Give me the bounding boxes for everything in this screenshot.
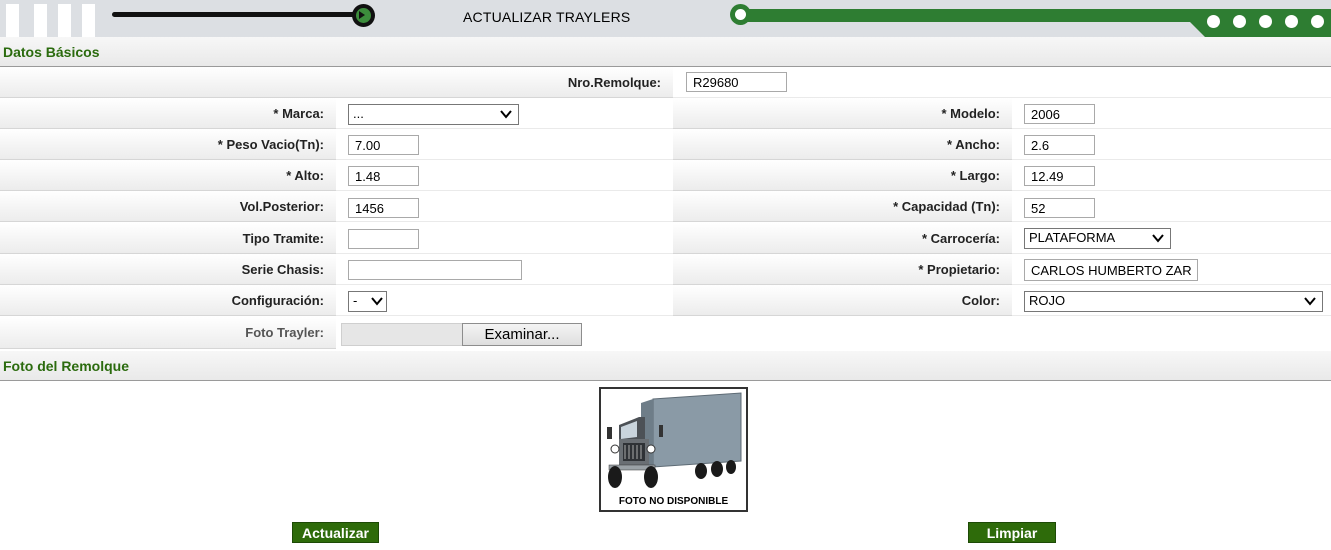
- file-path-box: [341, 323, 463, 346]
- nro-remolque-label: Nro.Remolque:: [567, 75, 661, 90]
- section-title: Datos Básicos: [3, 44, 100, 60]
- row-serie-propietario: Serie Chasis: * Propietario:: [0, 254, 1331, 285]
- browse-button[interactable]: Examinar...: [462, 323, 582, 346]
- chevron-down-icon: [1152, 234, 1164, 243]
- capacidad-label: * Capacidad (Tn):: [893, 199, 1000, 214]
- photo-caption: FOTO NO DISPONIBLE: [618, 496, 729, 507]
- largo-field[interactable]: [1024, 166, 1095, 186]
- configuracion-select[interactable]: -: [348, 291, 387, 312]
- foto-trayler-label: Foto Trayler:: [245, 325, 324, 340]
- page-title: ACTUALIZAR TRAYLERS: [463, 9, 631, 25]
- largo-label: * Largo:: [950, 168, 1000, 183]
- modelo-label: * Modelo:: [941, 106, 1001, 121]
- vol-posterior-field[interactable]: [348, 198, 419, 218]
- header-green-knob: [730, 4, 751, 25]
- row-marca-modelo: * Marca: ... * Modelo:: [0, 98, 1331, 129]
- propietario-label: * Propietario:: [918, 262, 1000, 277]
- alto-label: * Alto:: [286, 168, 324, 183]
- header-slider-track: [112, 12, 364, 17]
- serie-chasis-label: Serie Chasis:: [241, 262, 324, 277]
- nro-remolque-field[interactable]: [686, 72, 787, 92]
- update-button[interactable]: Actualizar: [292, 522, 379, 543]
- header-dot: [1311, 15, 1324, 28]
- header-dot: [1285, 15, 1298, 28]
- capacidad-field[interactable]: [1024, 198, 1095, 218]
- alto-field[interactable]: [348, 166, 419, 186]
- serie-chasis-field[interactable]: [348, 260, 522, 280]
- propietario-field[interactable]: [1024, 259, 1198, 281]
- ancho-field[interactable]: [1024, 135, 1095, 155]
- section-photo: Foto del Remolque: [0, 351, 1331, 381]
- row-alto-largo: * Alto: * Largo:: [0, 160, 1331, 191]
- configuracion-label: Configuración:: [231, 293, 324, 308]
- header-green-tab: [1180, 9, 1331, 37]
- row-foto-trayler: Foto Trayler:: [0, 317, 1331, 349]
- row-nro-remolque: Nro.Remolque:: [0, 67, 1331, 98]
- section-title: Foto del Remolque: [3, 358, 129, 374]
- clear-button[interactable]: Limpiar: [968, 522, 1056, 543]
- marca-label: * Marca:: [273, 106, 324, 121]
- chevron-down-icon: [1304, 297, 1316, 306]
- peso-vacio-field[interactable]: [348, 135, 419, 155]
- color-select[interactable]: ROJO: [1024, 291, 1323, 312]
- row-peso-ancho: * Peso Vacio(Tn): * Ancho:: [0, 129, 1331, 160]
- section-basic-data: Datos Básicos: [0, 37, 1331, 67]
- row-vol-capacidad: Vol.Posterior: * Capacidad (Tn):: [0, 191, 1331, 222]
- peso-vacio-label: * Peso Vacio(Tn):: [217, 137, 324, 152]
- trailer-photo: FOTO NO DISPONIBLE: [599, 387, 748, 512]
- chevron-down-icon: [500, 110, 512, 119]
- play-icon: [352, 4, 375, 27]
- tipo-tramite-label: Tipo Tramite:: [242, 231, 324, 246]
- row-config-color: Configuración: - Color: ROJO: [0, 285, 1331, 316]
- tipo-tramite-field[interactable]: [348, 229, 419, 249]
- row-tramite-carroceria: Tipo Tramite: * Carrocería: PLATAFORMA: [0, 223, 1331, 254]
- truck-icon: [607, 392, 742, 488]
- vol-posterior-label: Vol.Posterior:: [239, 199, 324, 214]
- header-dot: [1259, 15, 1272, 28]
- carroceria-label: * Carrocería:: [921, 231, 1000, 246]
- modelo-field[interactable]: [1024, 104, 1095, 124]
- marca-select[interactable]: ...: [348, 104, 519, 125]
- color-label: Color:: [961, 293, 1000, 308]
- ancho-label: * Ancho:: [947, 137, 1000, 152]
- page-header: ACTUALIZAR TRAYLERS: [0, 0, 1331, 37]
- header-dot: [1207, 15, 1220, 28]
- header-dot: [1233, 15, 1246, 28]
- carroceria-select[interactable]: PLATAFORMA: [1024, 228, 1171, 249]
- chevron-down-icon: [371, 297, 383, 306]
